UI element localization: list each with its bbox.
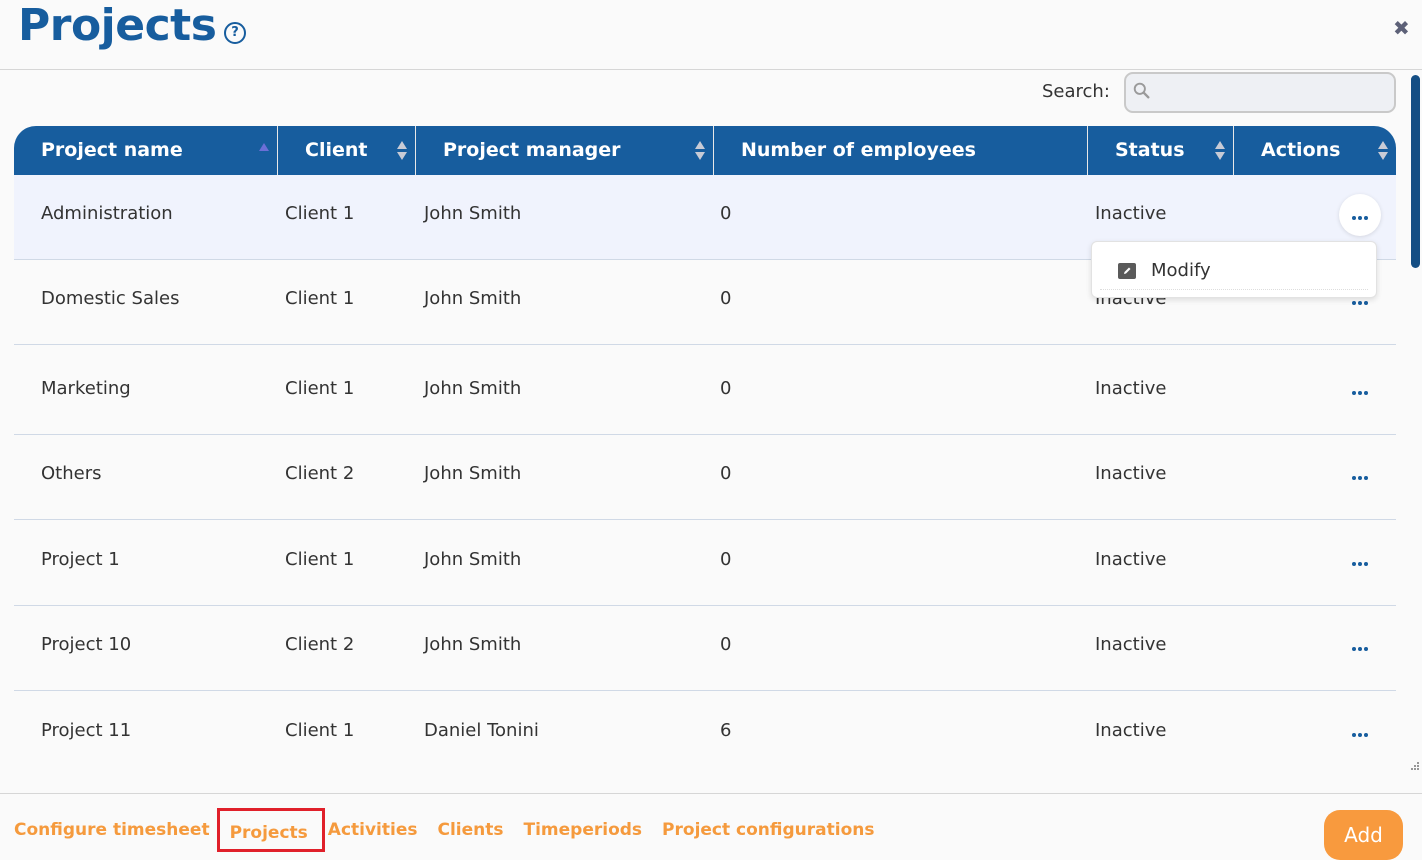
sort-icon (695, 141, 705, 161)
column-label: Project manager (443, 139, 621, 161)
column-header-client[interactable]: Client (278, 126, 416, 175)
client-cell: Client 1 (285, 378, 355, 399)
client-cell: Client 1 (285, 549, 355, 570)
menu-separator (1100, 289, 1368, 290)
sort-icon (1215, 141, 1225, 161)
actions-cell (1234, 691, 1396, 774)
more-horizontal-icon[interactable] (1339, 540, 1381, 582)
nav-configure-timesheet[interactable]: Configure timesheet (14, 820, 210, 849)
nav-clients[interactable]: Clients (437, 820, 503, 849)
table-row[interactable]: Project 1 Client 1 John Smith 0 Inactive (14, 520, 1396, 606)
status-cell: Inactive (1095, 549, 1167, 570)
employee-count-cell: 6 (720, 720, 732, 741)
project-manager-cell: John Smith (424, 203, 522, 224)
column-header-status[interactable]: Status (1088, 126, 1234, 175)
project-manager-cell: Daniel Tonini (424, 720, 539, 741)
search-label: Search: (1042, 81, 1110, 102)
more-horizontal-icon[interactable] (1339, 625, 1381, 667)
client-cell: Client 2 (285, 634, 355, 655)
column-header-number-of-employees[interactable]: Number of employees (714, 126, 1088, 175)
project-name-cell: Marketing (41, 378, 131, 399)
search-input[interactable] (1158, 78, 1388, 108)
vertical-scrollbar[interactable] (1411, 75, 1420, 268)
project-name-cell: Administration (41, 203, 173, 224)
table-row[interactable]: Project 11 Client 1 Daniel Tonini 6 Inactive (14, 691, 1396, 774)
nav-projects[interactable]: Projects (216, 808, 325, 852)
table-header: Project name Client Project manager Numb… (14, 126, 1396, 175)
nav-timeperiods[interactable]: Timeperiods (524, 820, 643, 849)
status-cell: Inactive (1095, 634, 1167, 655)
table-row[interactable]: Project 10 Client 2 John Smith 0 Inactive (14, 606, 1396, 691)
column-label: Project name (41, 139, 183, 161)
column-header-project-name[interactable]: Project name (14, 126, 278, 175)
project-name-cell: Project 11 (41, 720, 132, 741)
footer-divider (0, 793, 1422, 794)
column-header-project-manager[interactable]: Project manager (416, 126, 714, 175)
status-cell: Inactive (1095, 378, 1167, 399)
nav-project-configurations[interactable]: Project configurations (662, 820, 874, 849)
search-field[interactable] (1124, 72, 1396, 113)
project-name-cell: Project 10 (41, 634, 132, 655)
menu-item-label: Modify (1151, 260, 1211, 281)
status-cell: Inactive (1095, 720, 1167, 741)
employee-count-cell: 0 (720, 203, 732, 224)
table-row[interactable]: Others Client 2 John Smith 0 Inactive (14, 435, 1396, 520)
project-manager-cell: John Smith (424, 288, 522, 309)
more-horizontal-icon[interactable] (1339, 194, 1381, 236)
employee-count-cell: 0 (720, 288, 732, 309)
actions-cell (1234, 520, 1396, 605)
project-manager-cell: John Smith (424, 634, 522, 655)
page-title: Projects (18, 0, 217, 51)
page-header: Projects ? ✖ (0, 0, 1422, 70)
project-manager-cell: John Smith (424, 378, 522, 399)
footer-nav: Configure timesheet Projects Activities … (14, 808, 895, 852)
edit-pencil-icon (1118, 263, 1136, 279)
more-horizontal-icon[interactable] (1339, 711, 1381, 753)
more-horizontal-icon[interactable] (1339, 369, 1381, 411)
more-horizontal-icon[interactable] (1339, 454, 1381, 496)
add-button[interactable]: Add (1324, 810, 1403, 860)
menu-item-modify[interactable]: Modify (1092, 242, 1376, 292)
employee-count-cell: 0 (720, 634, 732, 655)
sort-icon (397, 141, 407, 161)
close-icon[interactable]: ✖ (1393, 16, 1410, 40)
search-icon (1133, 82, 1150, 99)
status-cell: Inactive (1095, 463, 1167, 484)
project-manager-cell: John Smith (424, 463, 522, 484)
column-label: Number of employees (741, 139, 976, 161)
actions-cell (1234, 345, 1396, 434)
projects-table: Project name Client Project manager Numb… (14, 126, 1396, 774)
client-cell: Client 1 (285, 288, 355, 309)
column-header-actions[interactable]: Actions (1234, 126, 1396, 175)
column-label: Actions (1261, 139, 1341, 161)
sort-icon (1378, 141, 1388, 161)
project-manager-cell: John Smith (424, 549, 522, 570)
project-name-cell: Domestic Sales (41, 288, 180, 309)
employee-count-cell: 0 (720, 549, 732, 570)
column-label: Client (305, 139, 368, 161)
client-cell: Client 1 (285, 720, 355, 741)
project-name-cell: Project 1 (41, 549, 120, 570)
resize-grip-icon[interactable] (1409, 760, 1420, 771)
employee-count-cell: 0 (720, 463, 732, 484)
sort-ascending-icon (259, 141, 269, 161)
actions-cell (1234, 435, 1396, 519)
nav-activities[interactable]: Activities (328, 820, 418, 849)
client-cell: Client 2 (285, 463, 355, 484)
actions-cell (1234, 606, 1396, 690)
actions-dropdown-menu: Modify (1091, 241, 1377, 298)
question-circle-icon[interactable]: ? (224, 22, 246, 44)
project-name-cell: Others (41, 463, 102, 484)
table-row[interactable]: Marketing Client 1 John Smith 0 Inactive (14, 345, 1396, 435)
column-label: Status (1115, 139, 1185, 161)
client-cell: Client 1 (285, 203, 355, 224)
employee-count-cell: 0 (720, 378, 732, 399)
